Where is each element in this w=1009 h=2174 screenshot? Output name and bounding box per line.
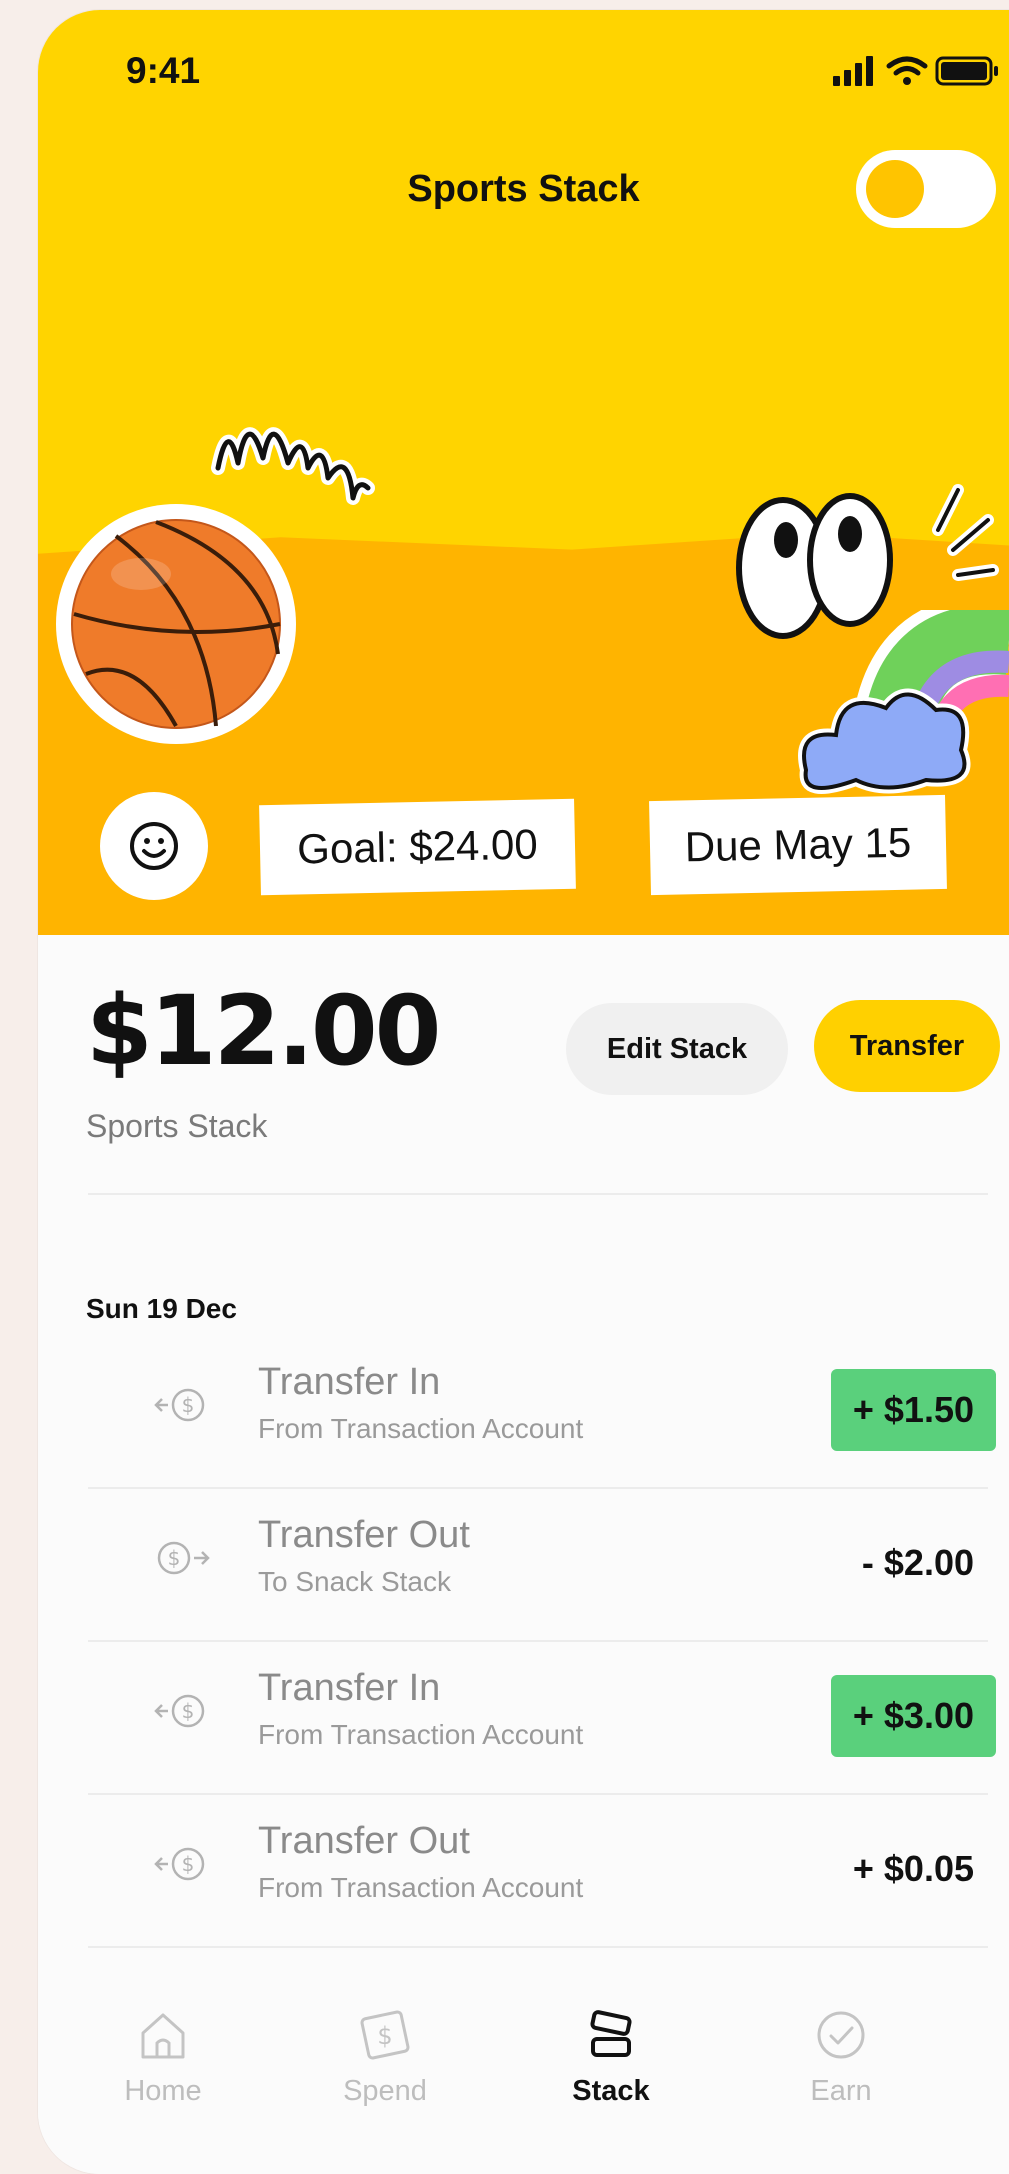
transaction-amount: + $3.00 — [830, 1675, 996, 1757]
transaction-source: From Transaction Account — [258, 1872, 584, 1903]
basketball-icon — [71, 519, 281, 729]
wifi-icon — [886, 56, 928, 76]
status-icons — [833, 56, 998, 86]
tab-label: Spend — [343, 2075, 427, 2107]
tab-earn[interactable]: Earn — [766, 2007, 916, 2108]
stack-name-label: Sports Stack — [86, 1108, 268, 1144]
transaction-row[interactable]: $ Transfer Out From Transaction Account … — [86, 1794, 996, 1946]
tab-home[interactable]: Home — [88, 2007, 238, 2108]
transaction-amount: - $2.00 — [861, 1542, 974, 1583]
transaction-row[interactable]: $ Transfer In From Transaction Account +… — [86, 1641, 996, 1793]
svg-text:$: $ — [168, 1546, 181, 1570]
transaction-source: From Transaction Account — [258, 1413, 584, 1444]
tab-label: Home — [124, 2075, 202, 2107]
stack-avatar[interactable] — [56, 504, 296, 744]
transaction-name: Transfer In — [258, 1361, 441, 1403]
transfer-in-icon: $ — [154, 1847, 205, 1881]
row-divider — [88, 1946, 988, 1948]
bottom-tab-bar: Home $ Spend Stack Earn — [38, 1955, 1009, 2174]
transaction-name: Transfer Out — [258, 1514, 470, 1556]
emoji-button[interactable] — [100, 792, 208, 900]
section-divider — [88, 1193, 988, 1195]
stack-header: 9:41 Sports Stack Goal: $24.00 Due May 1… — [38, 10, 1009, 935]
edit-stack-button[interactable]: Edit Stack — [566, 1003, 788, 1095]
home-icon — [141, 2013, 185, 2059]
tab-label: Stack — [572, 2075, 650, 2107]
phone-screen: 9:41 Sports Stack Goal: $24.00 Due May 1… — [38, 10, 1009, 2174]
signal-icon — [833, 56, 873, 86]
check-circle-icon — [817, 2011, 865, 2059]
battery-icon — [935, 56, 998, 86]
transaction-amount: + $1.50 — [830, 1369, 996, 1451]
svg-text:$: $ — [182, 1852, 195, 1876]
stack-balance: $12.00 — [86, 975, 441, 1087]
tab-stack[interactable]: Stack — [536, 2007, 686, 2108]
transaction-date-header: Sun 19 Dec — [86, 1293, 237, 1324]
transfer-in-icon: $ — [154, 1694, 205, 1728]
transaction-row[interactable]: $ Transfer In From Transaction Account +… — [86, 1335, 996, 1487]
tab-spend[interactable]: $ Spend — [310, 2007, 460, 2108]
transfer-button[interactable]: Transfer — [814, 1000, 1000, 1092]
sparkle-lines-icon — [932, 484, 999, 581]
svg-text:$: $ — [182, 1699, 195, 1723]
dollar-bill-icon: $ — [360, 2010, 410, 2060]
transaction-source: To Snack Stack — [258, 1566, 451, 1597]
toggle-knob — [866, 160, 924, 218]
stack-toggle[interactable] — [856, 150, 996, 228]
rainbow-cloud-sticker-icon — [798, 610, 1009, 794]
transaction-name: Transfer In — [258, 1667, 441, 1709]
smiley-icon — [130, 822, 178, 870]
transaction-name: Transfer Out — [258, 1820, 470, 1862]
transfer-out-icon: $ — [157, 1541, 210, 1575]
transaction-source: From Transaction Account — [258, 1719, 584, 1750]
transaction-amount: + $0.05 — [852, 1848, 974, 1889]
svg-text:$: $ — [377, 2022, 392, 2050]
transaction-row[interactable]: $ Transfer Out To Snack Stack - $2.00 — [86, 1488, 996, 1640]
tab-label: Earn — [810, 2075, 872, 2107]
stack-icon — [590, 2010, 632, 2057]
status-time: 9:41 — [126, 50, 201, 91]
svg-text:$: $ — [182, 1393, 195, 1417]
goal-tag[interactable]: Goal: $24.00 — [259, 798, 576, 896]
due-date-tag[interactable]: Due May 15 — [649, 794, 947, 896]
transfer-in-icon: $ — [154, 1388, 205, 1422]
